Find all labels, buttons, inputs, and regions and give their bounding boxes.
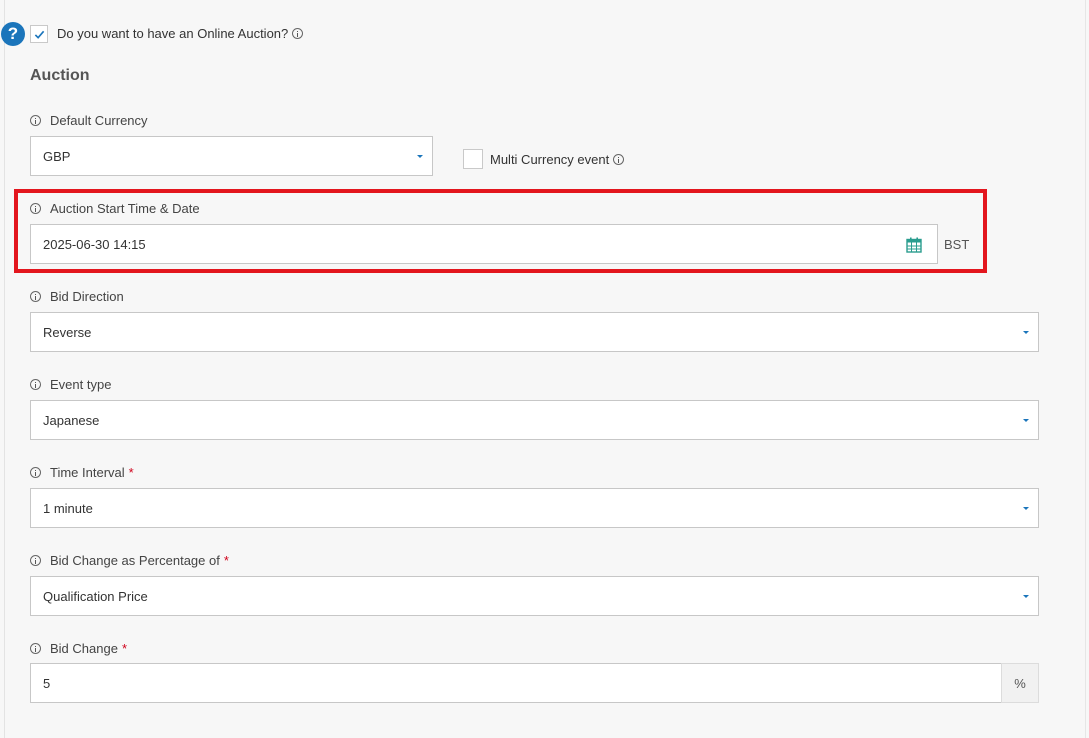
start-time-label: Auction Start Time & Date bbox=[30, 201, 200, 216]
bid-change-pct-label: Bid Change as Percentage of * bbox=[30, 553, 229, 568]
default-currency-select[interactable]: GBP bbox=[30, 136, 433, 176]
multi-currency-label: Multi Currency event bbox=[490, 152, 625, 167]
online-auction-checkbox[interactable] bbox=[30, 25, 48, 43]
bid-change-input[interactable]: 5 bbox=[30, 663, 1002, 703]
timezone-label: BST bbox=[944, 237, 970, 252]
required-marker: * bbox=[223, 553, 229, 568]
bid-change-label-text: Bid Change bbox=[50, 641, 118, 656]
right-border bbox=[1085, 0, 1086, 738]
percent-addon: % bbox=[1001, 663, 1039, 703]
bid-direction-value: Reverse bbox=[43, 324, 92, 340]
start-time-label-text: Auction Start Time & Date bbox=[50, 201, 200, 216]
section-title: Auction bbox=[30, 67, 90, 84]
info-icon[interactable] bbox=[30, 555, 41, 566]
time-interval-select[interactable]: 1 minute bbox=[30, 488, 1039, 528]
event-type-value: Japanese bbox=[43, 412, 100, 428]
caret-down-icon bbox=[1023, 595, 1029, 598]
info-icon[interactable] bbox=[30, 291, 41, 302]
info-icon[interactable] bbox=[30, 379, 41, 390]
bid-change-pct-label-text: Bid Change as Percentage of bbox=[50, 553, 220, 568]
caret-down-icon bbox=[1023, 507, 1029, 510]
bid-direction-label-text: Bid Direction bbox=[50, 289, 124, 304]
bid-direction-label: Bid Direction bbox=[30, 289, 124, 304]
bid-change-pct-value: Qualification Price bbox=[43, 588, 148, 604]
start-time-value: 2025-06-30 14:15 bbox=[43, 236, 146, 252]
check-icon bbox=[34, 30, 44, 39]
bid-change-value: 5 bbox=[43, 675, 51, 691]
calendar-icon[interactable] bbox=[906, 237, 922, 253]
event-type-label: Event type bbox=[30, 377, 111, 392]
bid-direction-select[interactable]: Reverse bbox=[30, 312, 1039, 352]
info-icon[interactable] bbox=[292, 28, 304, 39]
info-icon[interactable] bbox=[30, 643, 41, 654]
required-marker: * bbox=[128, 465, 134, 480]
caret-down-icon bbox=[417, 155, 423, 158]
default-currency-value: GBP bbox=[43, 148, 71, 164]
default-currency-label-text: Default Currency bbox=[50, 113, 148, 128]
info-icon[interactable] bbox=[30, 467, 41, 478]
help-icon[interactable]: ? bbox=[1, 22, 25, 46]
info-icon[interactable] bbox=[30, 115, 41, 126]
online-auction-label: Do you want to have an Online Auction? bbox=[57, 26, 304, 41]
online-auction-question: Do you want to have an Online Auction? bbox=[57, 26, 289, 41]
required-marker: * bbox=[121, 641, 128, 656]
multi-currency-label-text: Multi Currency event bbox=[490, 152, 610, 167]
time-interval-value: 1 minute bbox=[43, 500, 93, 516]
info-icon[interactable] bbox=[30, 203, 41, 214]
caret-down-icon bbox=[1023, 331, 1029, 334]
left-border bbox=[4, 0, 5, 738]
caret-down-icon bbox=[1023, 419, 1029, 422]
bid-change-pct-select[interactable]: Qualification Price bbox=[30, 576, 1039, 616]
multi-currency-checkbox[interactable] bbox=[463, 149, 483, 169]
bid-change-label: Bid Change * bbox=[30, 641, 127, 656]
event-type-label-text: Event type bbox=[50, 377, 112, 392]
info-icon[interactable] bbox=[613, 154, 625, 165]
start-time-input[interactable]: 2025-06-30 14:15 bbox=[30, 224, 938, 264]
event-type-select[interactable]: Japanese bbox=[30, 400, 1039, 440]
time-interval-label-text: Time Interval bbox=[50, 465, 125, 480]
default-currency-label: Default Currency bbox=[30, 113, 148, 128]
time-interval-label: Time Interval * bbox=[30, 465, 134, 480]
